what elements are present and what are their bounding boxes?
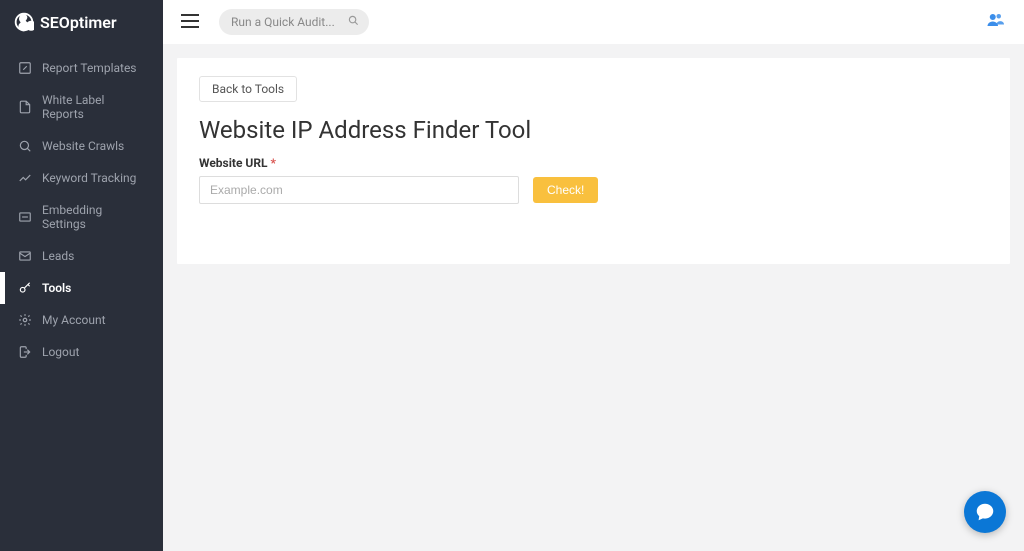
- sidebar-item-label: White Label Reports: [42, 93, 145, 121]
- brand-logo[interactable]: SEOptimer: [0, 0, 163, 44]
- sidebar-item-website-crawls[interactable]: Website Crawls: [0, 130, 163, 162]
- search-input-wrapper[interactable]: Run a Quick Audit...: [219, 9, 369, 35]
- users-icon[interactable]: [984, 11, 1006, 33]
- key-icon: [18, 281, 32, 295]
- logout-icon: [18, 345, 32, 359]
- gear-icon: [18, 313, 32, 327]
- website-url-input[interactable]: [199, 176, 519, 204]
- tool-card: Back to Tools Website IP Address Finder …: [177, 58, 1010, 264]
- embed-icon: [18, 210, 32, 224]
- brand-name: SEOptimer: [40, 13, 117, 32]
- edit-square-icon: [18, 61, 32, 75]
- main-content: Back to Tools Website IP Address Finder …: [163, 44, 1024, 551]
- chat-icon: [974, 501, 996, 523]
- sidebar-item-label: Keyword Tracking: [42, 171, 136, 185]
- sidebar-item-report-templates[interactable]: Report Templates: [0, 52, 163, 84]
- sidebar-item-keyword-tracking[interactable]: Keyword Tracking: [0, 162, 163, 194]
- topbar: Run a Quick Audit...: [163, 0, 1024, 44]
- sidebar-item-my-account[interactable]: My Account: [0, 304, 163, 336]
- sidebar-nav: Report Templates White Label Reports Websi…: [0, 52, 163, 368]
- chart-line-icon: [18, 171, 32, 185]
- magnify-icon: [18, 139, 32, 153]
- search-icon: [348, 15, 359, 29]
- sidebar: SEOptimer Report Templates White Label Re…: [0, 0, 163, 551]
- sidebar-item-leads[interactable]: Leads: [0, 240, 163, 272]
- mail-icon: [18, 249, 32, 263]
- required-asterisk: *: [271, 156, 276, 170]
- sidebar-item-label: Embedding Settings: [42, 203, 145, 231]
- menu-toggle-icon[interactable]: [181, 13, 199, 32]
- check-button[interactable]: Check!: [533, 177, 598, 203]
- sidebar-item-label: Website Crawls: [42, 139, 124, 153]
- sidebar-item-tools[interactable]: Tools: [0, 272, 163, 304]
- sidebar-item-logout[interactable]: Logout: [0, 336, 163, 368]
- sidebar-item-white-label-reports[interactable]: White Label Reports: [0, 84, 163, 130]
- sidebar-item-label: Report Templates: [42, 61, 137, 75]
- chat-widget-button[interactable]: [964, 491, 1006, 533]
- search-placeholder: Run a Quick Audit...: [231, 15, 335, 29]
- url-form-row: Check!: [199, 176, 988, 204]
- sidebar-item-label: Tools: [42, 281, 71, 295]
- back-to-tools-link[interactable]: Back to Tools: [199, 76, 297, 102]
- logo-icon: [14, 12, 34, 32]
- url-label: Website URL *: [199, 156, 988, 170]
- sidebar-item-label: Leads: [42, 249, 74, 263]
- sidebar-item-label: Logout: [42, 345, 79, 359]
- document-icon: [18, 100, 32, 114]
- sidebar-item-embedding-settings[interactable]: Embedding Settings: [0, 194, 163, 240]
- sidebar-item-label: My Account: [42, 313, 106, 327]
- page-title: Website IP Address Finder Tool: [199, 116, 988, 144]
